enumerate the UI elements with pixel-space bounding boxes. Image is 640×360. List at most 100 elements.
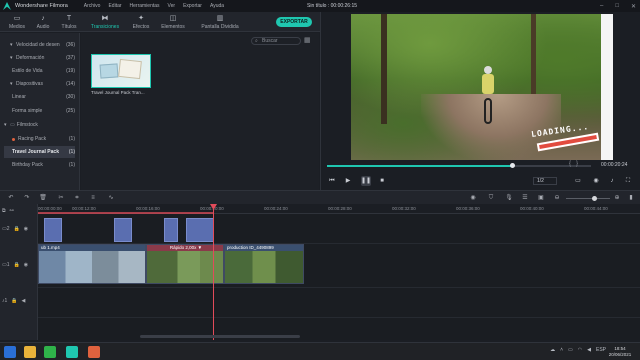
zoom-slider[interactable] xyxy=(566,198,610,199)
video-clip[interactable]: production ID_4490899 xyxy=(224,244,304,284)
start-icon[interactable] xyxy=(4,346,16,358)
track-1-controls: ▭1 🔒 ◉ xyxy=(2,262,36,268)
pause-button[interactable]: ❚❚ xyxy=(361,176,371,186)
sidebar-item-birthday-pack[interactable]: Birthday Pack (1) xyxy=(4,159,75,171)
transition-block[interactable] xyxy=(44,218,62,242)
shield-icon[interactable]: ⛉ xyxy=(486,193,496,203)
language-indicator[interactable]: ESP xyxy=(596,347,606,353)
mic-icon[interactable]: 🎙 xyxy=(504,193,514,203)
progress-knob[interactable] xyxy=(509,163,515,168)
sidebar-item-estilo-de-vida[interactable]: Estilo de Vida (19) xyxy=(4,65,75,77)
sidebar-item-travel-journal-pack[interactable]: Travel Journal Pack (1) xyxy=(4,146,75,158)
playhead[interactable] xyxy=(210,204,217,340)
close-icon[interactable]: ✕ xyxy=(631,3,636,10)
clock[interactable]: 18:54 20/06/2021 xyxy=(606,346,634,358)
speaker-icon[interactable]: ◀ xyxy=(22,298,26,304)
app-taskbar-icon[interactable] xyxy=(88,346,100,358)
filmora-taskbar-icon[interactable] xyxy=(66,346,78,358)
transition-thumbnail[interactable] xyxy=(91,54,151,88)
minimize-icon[interactable]: – xyxy=(600,3,603,10)
menu-ayuda[interactable]: Ayuda xyxy=(210,3,224,9)
maximize-icon[interactable]: □ xyxy=(615,3,619,10)
eye-icon[interactable]: ◉ xyxy=(24,226,28,232)
eye-icon[interactable]: ◉ xyxy=(24,262,28,268)
link-icon[interactable]: ⚯ xyxy=(10,208,14,214)
sidebar-item-diapositivas[interactable]: ▾ Diapositivas (14) xyxy=(4,78,75,90)
transition-block[interactable] xyxy=(164,218,178,242)
tab-label: Efectos xyxy=(132,24,150,30)
thumbnail-photo xyxy=(99,63,119,79)
cut-icon[interactable]: ✂ xyxy=(56,193,66,203)
search-input[interactable]: ⌕ Buscar xyxy=(251,37,301,45)
sidebar-item-deformacion[interactable]: ▾ Deformación (37) xyxy=(4,52,75,64)
undo-icon[interactable]: ↶ xyxy=(6,193,16,203)
clip-title: ub 1.mp4 xyxy=(39,245,145,251)
sidebar-item-filmstock[interactable]: ▾ ▭ Filmstock xyxy=(4,119,75,131)
lock-icon[interactable]: 🔒 xyxy=(14,226,20,232)
wifi-icon[interactable]: ◠ xyxy=(578,347,582,353)
lock-icon[interactable]: 🔒 xyxy=(14,262,20,268)
delete-icon[interactable]: 🗑 xyxy=(38,193,48,203)
adjust-icon[interactable]: ≡ xyxy=(88,193,98,203)
monitor-icon[interactable]: ▭ xyxy=(573,176,583,186)
tab-transiciones[interactable]: ⧓ Transiciones xyxy=(86,15,124,34)
sidebar-item-label: Birthday Pack xyxy=(12,162,43,168)
mark-in-out-icon[interactable]: { } xyxy=(569,161,578,167)
sidebar-item-count: (1) xyxy=(68,136,75,142)
grid-view-icon[interactable]: ▦ xyxy=(304,37,312,45)
sidebar-item-linear[interactable]: Linear (30) xyxy=(4,91,75,103)
play-back-icon[interactable]: ▶ xyxy=(343,176,353,186)
volume-icon[interactable]: ◀ xyxy=(587,347,591,353)
quality-select[interactable]: 1/2 xyxy=(533,177,557,185)
zoom-out-icon[interactable]: ⊖ xyxy=(552,193,562,203)
add-track-icon[interactable]: ⧉ xyxy=(2,208,6,214)
render-icon[interactable]: ◉ xyxy=(468,193,478,203)
clip-title: production ID_4490899 xyxy=(225,245,303,251)
battery-icon[interactable]: ▭ xyxy=(568,347,573,353)
menu-exportar[interactable]: Exportar xyxy=(183,3,202,9)
sidebar-item-velocidad[interactable]: ▾ Velocidad de desen (36) xyxy=(4,39,75,51)
app-title: Wondershare Filmora xyxy=(15,3,68,9)
crop-icon[interactable]: ⌗ xyxy=(72,193,82,203)
sidebar-item-racing-pack[interactable]: Racing Pack (1) xyxy=(4,133,75,145)
volume-icon[interactable]: ♪ xyxy=(607,176,617,186)
tab-efectos[interactable]: ✦ Efectos xyxy=(126,15,156,30)
timeline-scrollbar[interactable] xyxy=(140,335,300,338)
transition-block[interactable] xyxy=(114,218,132,242)
thumbnail-card xyxy=(118,58,142,80)
tab-pantalla-dividida[interactable]: ▥ Pantalla Dividida xyxy=(198,15,242,30)
cloud-icon[interactable]: ☁ xyxy=(550,347,555,353)
tab-elementos[interactable]: ◫ Elementos xyxy=(158,15,188,30)
transitions-library: ⌕ Buscar ▦ Travel Journal Pack Tran... xyxy=(81,33,319,190)
fullscreen-icon[interactable]: ⛶ xyxy=(623,176,633,186)
screenshot-icon[interactable]: ▣ xyxy=(536,193,546,203)
zoom-in-icon[interactable]: ⊕ xyxy=(612,193,622,203)
lock-icon[interactable]: 🔒 xyxy=(11,298,17,304)
transition-block[interactable] xyxy=(186,218,214,242)
sidebar-item-count: (25) xyxy=(66,108,75,114)
preview-progress-bar[interactable] xyxy=(327,163,591,168)
menu-ver[interactable]: Ver xyxy=(168,3,176,9)
new-badge-icon xyxy=(12,137,15,141)
tab-label: Títulos xyxy=(61,24,77,30)
file-explorer-icon[interactable] xyxy=(24,346,36,358)
chrome-icon[interactable] xyxy=(44,346,56,358)
zoom-slider-knob[interactable] xyxy=(592,196,597,201)
menu-archivo[interactable]: Archivo xyxy=(84,3,101,9)
menu-herramientas[interactable]: Herramientas xyxy=(130,3,160,9)
step-back-icon[interactable]: ⏮ xyxy=(327,176,337,186)
tab-titulos[interactable]: T Títulos xyxy=(54,15,84,30)
sidebar-item-label: Estilo de Vida xyxy=(12,68,43,74)
video-clip[interactable]: ub 1.mp4 xyxy=(38,244,146,284)
camera-icon[interactable]: ◉ xyxy=(591,176,601,186)
audio-wave-icon[interactable]: ∿ xyxy=(106,193,116,203)
more-icon[interactable]: ▮ xyxy=(626,193,636,203)
export-button[interactable]: EXPORTAR xyxy=(276,17,312,27)
menu-editar[interactable]: Editar xyxy=(108,3,121,9)
window-controls: – □ ✕ xyxy=(600,3,636,10)
mixer-icon[interactable]: ☰ xyxy=(520,193,530,203)
chevron-up-icon[interactable]: ˄ xyxy=(560,347,563,353)
redo-icon[interactable]: ↷ xyxy=(22,193,32,203)
sidebar-item-forma-simple[interactable]: Forma simple (25) xyxy=(4,105,75,117)
stop-icon[interactable]: ■ xyxy=(377,176,387,186)
